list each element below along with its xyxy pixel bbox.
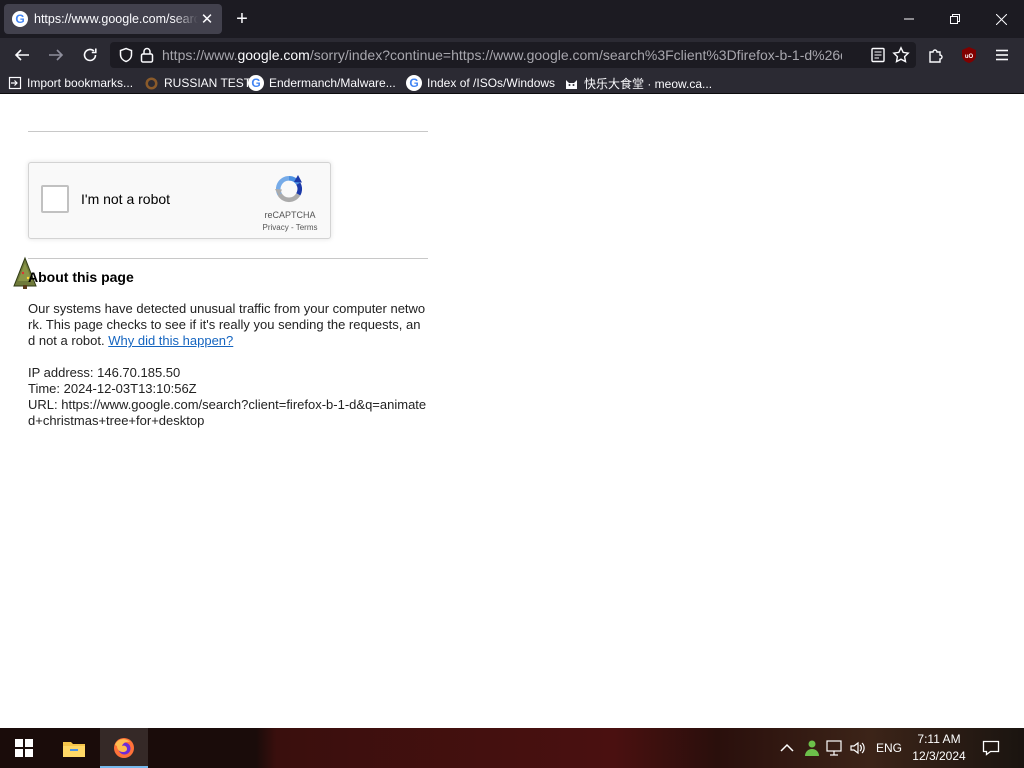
start-button[interactable] (0, 728, 48, 768)
bookmark-russian-test[interactable]: RUSSIAN TEST (144, 74, 251, 92)
message-line: rk. This page checks to see if it's real… (28, 317, 421, 332)
tray-user-icon[interactable] (802, 738, 822, 758)
title-bar: G https://www.google.com/search?client=f… (0, 0, 1024, 38)
about-this-page-heading: About this page (28, 269, 134, 285)
ublock-origin-button[interactable]: uO (955, 41, 983, 69)
tab-title: https://www.google.com/search?client=fir… (34, 12, 198, 26)
action-center-button[interactable] (981, 738, 1001, 758)
file-explorer-folder-icon (63, 742, 85, 757)
russian-test-favicon (145, 77, 158, 89)
divider-top (28, 131, 428, 132)
tab-google-search[interactable]: G https://www.google.com/search?client=f… (4, 4, 222, 34)
network-wired-icon (826, 740, 842, 756)
reload-button[interactable] (76, 41, 104, 69)
bookmark-import[interactable]: Import bookmarks... (8, 74, 133, 92)
message-text: d not a robot. (28, 333, 109, 348)
minimize-button[interactable] (886, 0, 932, 38)
cat-favicon (566, 79, 577, 89)
google-g-icon: G (406, 75, 422, 91)
tray-network-button[interactable] (825, 738, 845, 758)
close-icon (995, 13, 1007, 25)
request-time: Time: 2024-12-03T13:10:56Z (28, 381, 197, 396)
lock-icon[interactable] (140, 47, 154, 63)
restore-button[interactable] (932, 0, 978, 38)
hamburger-menu-icon (996, 49, 1008, 61)
url-prefix: https://www. (162, 47, 238, 63)
puzzle-piece-icon (929, 49, 943, 63)
bookmark-endermanch-malware[interactable]: G Endermanch/Malware... (248, 74, 396, 92)
why-did-this-happen-link[interactable]: Why did this happen? (108, 333, 233, 348)
google-favicon-icon: G (12, 11, 28, 27)
show-hidden-icons-chevron-up-icon[interactable] (780, 742, 794, 754)
checkbox-label: I'm not a robot (81, 191, 171, 207)
recaptcha-brand: reCAPTCHA (264, 210, 316, 220)
bookmark-star-icon[interactable] (892, 46, 910, 64)
reload-icon (83, 48, 97, 62)
menu-button[interactable] (988, 41, 1016, 69)
firefox-logo-icon (114, 738, 134, 758)
request-details: IP address: 146.70.185.50 Time: 2024-12-… (28, 365, 428, 429)
extensions-button[interactable] (922, 41, 950, 69)
recaptcha-widget: I'm not a robot reCAPTCHA Privacy - Term… (28, 162, 331, 239)
close-window-button[interactable] (978, 0, 1024, 38)
message-line: Our systems have detected unusual traffi… (28, 301, 426, 316)
new-tab-button[interactable]: + (230, 8, 254, 30)
import-icon (8, 76, 22, 90)
recaptcha-logo-icon (275, 175, 303, 203)
address-bar[interactable]: https://www.google.com/sorry/index?conti… (110, 42, 916, 68)
forward-arrow-icon (49, 49, 64, 61)
bookmarks-toolbar: Import bookmarks... RUSSIAN TEST G Ender… (0, 72, 1024, 94)
request-url-line: URL: https://www.google.com/search?clien… (28, 397, 427, 412)
taskbar-file-explorer[interactable] (50, 728, 98, 768)
unusual-traffic-message: Our systems have detected unusual traffi… (28, 301, 428, 349)
bookmark-label: Import bookmarks... (27, 76, 134, 90)
clock-date[interactable]: 12/3/2024 (909, 749, 969, 763)
not-a-robot-checkbox[interactable] (41, 185, 69, 213)
minimize-icon (904, 18, 914, 20)
url-path: /sorry/index?continue=https://www.google… (309, 47, 842, 63)
divider-middle (28, 258, 428, 259)
bookmark-meow-cafeteria[interactable]: 快乐大食堂 · meow.ca... (564, 74, 712, 92)
tray-volume-button[interactable] (848, 738, 868, 758)
speaker-volume-icon (850, 741, 865, 755)
recaptcha-privacy-terms-links[interactable]: Privacy - Terms (249, 223, 331, 232)
back-arrow-icon (14, 49, 29, 61)
back-button[interactable] (8, 41, 36, 69)
svg-text:uO: uO (965, 54, 974, 60)
notification-speech-bubble-icon (982, 740, 1000, 756)
input-language-indicator[interactable]: ENG (876, 741, 902, 755)
bookmark-label: RUSSIAN TEST (164, 76, 252, 90)
tab-close-icon[interactable]: ✕ (198, 10, 216, 28)
windows-taskbar: ENG 7:11 AM 12/3/2024 (0, 728, 1024, 768)
message-line: d not a robot. Why did this happen? (28, 333, 428, 349)
taskbar-firefox[interactable] (100, 728, 148, 768)
google-g-icon: G (248, 75, 264, 91)
request-url-line: d+christmas+tree+for+desktop (28, 413, 205, 428)
windows-logo-icon (15, 739, 33, 757)
forward-button[interactable] (42, 41, 70, 69)
bookmark-label: Index of /ISOs/Windows (427, 76, 556, 90)
ublock-origin-icon: uO (962, 47, 976, 63)
bookmark-label: Endermanch/Malware... (269, 76, 396, 90)
url-host: google.com (237, 47, 310, 63)
tracking-protection-shield-icon[interactable] (118, 47, 134, 63)
reader-view-icon[interactable] (870, 47, 886, 63)
bookmark-index-isos-windows[interactable]: G Index of /ISOs/Windows (406, 74, 555, 92)
person-green-icon (805, 740, 819, 756)
restore-icon (950, 14, 960, 24)
bookmark-label: 快乐大食堂 · meow.ca... (584, 76, 713, 91)
ip-address: IP address: 146.70.185.50 (28, 365, 181, 380)
url-text[interactable]: https://www.google.com/sorry/index?conti… (162, 42, 842, 68)
navigation-toolbar: https://www.google.com/sorry/index?conti… (0, 38, 1024, 72)
clock-time[interactable]: 7:11 AM (912, 732, 966, 746)
